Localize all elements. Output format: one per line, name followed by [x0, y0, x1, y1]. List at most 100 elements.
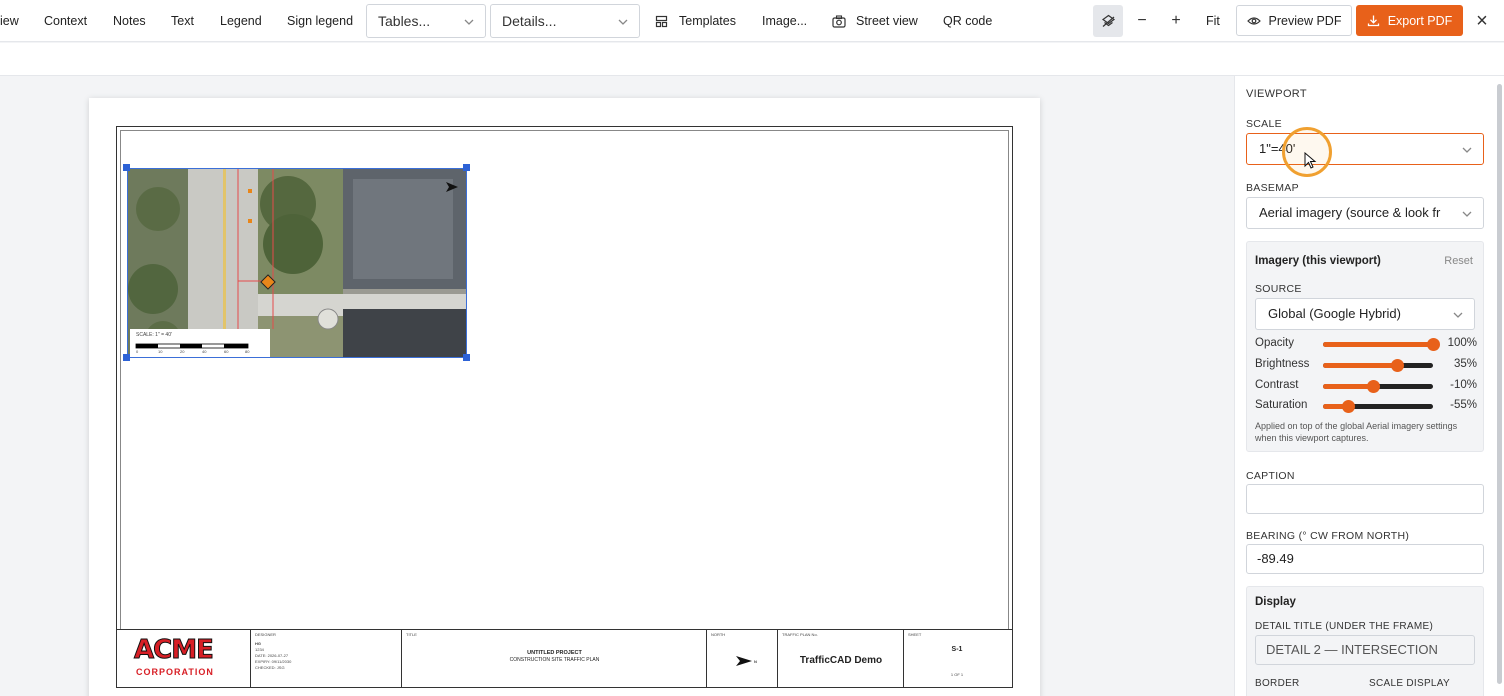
title-header: TITLE — [406, 632, 417, 637]
map-viewport[interactable]: SCALE: 1" = 40' 0 10 20 40 60 80 — [127, 168, 467, 358]
panel-heading: VIEWPORT — [1246, 88, 1307, 100]
reset-button[interactable]: Reset — [1444, 255, 1473, 267]
north-label: N — [754, 659, 757, 664]
saturation-slider[interactable]: Saturation -55% — [1255, 399, 1477, 413]
bearing-input[interactable]: -89.49 — [1246, 544, 1484, 574]
imagery-title: Imagery (this viewport) — [1255, 255, 1381, 267]
caption-label: CAPTION — [1246, 470, 1295, 482]
basemap-value: Aerial imagery (source & look fr — [1259, 205, 1441, 220]
detail-title-input[interactable]: DETAIL 2 — INTERSECTION — [1255, 635, 1475, 665]
zoom-in-button[interactable]: + — [1161, 5, 1191, 37]
layers-icon — [1101, 14, 1115, 27]
designer-header: DESIGNER — [255, 632, 276, 637]
scale-tick: 40 — [202, 349, 207, 354]
display-title: Display — [1255, 596, 1296, 608]
aerial-image — [128, 169, 466, 357]
viewport-scale-label: SCALE: 1" = 40' — [136, 332, 172, 338]
source-label: SOURCE — [1255, 283, 1302, 295]
slider-label: Saturation — [1255, 399, 1308, 411]
preview-pdf-button[interactable]: Preview PDF — [1236, 5, 1352, 36]
scale-tick: 60 — [224, 349, 229, 354]
scale-tick: 10 — [158, 349, 163, 354]
street-view-button[interactable]: Street view — [832, 0, 918, 42]
slider-knob[interactable] — [1341, 400, 1355, 413]
resize-handle[interactable] — [123, 164, 130, 171]
toolbar-sign-legend-item[interactable]: Sign legend — [287, 0, 353, 42]
chevron-down-icon — [1453, 312, 1463, 318]
templates-label: Templates — [679, 14, 736, 28]
plan-cell: TRAFFIC PLAN No. TrafficCAD Demo — [778, 630, 904, 688]
plan-name: TrafficCAD Demo — [799, 655, 883, 666]
display-group: Display DETAIL TITLE (UNDER THE FRAME) D… — [1246, 586, 1484, 696]
layers-toggle-button[interactable] — [1093, 5, 1123, 37]
toolbar-text-item[interactable]: Text — [171, 0, 194, 42]
cursor-icon — [1304, 152, 1317, 169]
details-select[interactable]: Details... — [490, 4, 640, 38]
opacity-slider[interactable]: Opacity 100% — [1255, 337, 1477, 351]
export-pdf-label: Export PDF — [1387, 13, 1453, 28]
export-pdf-button[interactable]: Export PDF — [1356, 5, 1463, 36]
slider-value: 35% — [1453, 358, 1477, 370]
contrast-slider[interactable]: Contrast -10% — [1255, 379, 1477, 393]
source-value: Global (Google Hybrid) — [1268, 306, 1401, 321]
project-title: UNTITLED PROJECT — [527, 650, 582, 656]
top-toolbar: iew Context Notes Text Legend Sign legen… — [0, 0, 1504, 42]
tables-select[interactable]: Tables... — [366, 4, 486, 38]
slider-knob[interactable] — [1427, 338, 1440, 351]
slider-value: -10% — [1450, 379, 1477, 391]
preview-pdf-label: Preview PDF — [1268, 13, 1342, 28]
source-select[interactable]: Global (Google Hybrid) — [1255, 298, 1475, 330]
download-icon — [1367, 15, 1379, 27]
chevron-down-icon — [618, 19, 628, 25]
imagery-note: Applied on top of the global Aerial imag… — [1255, 421, 1458, 443]
scale-tick: 20 — [180, 349, 185, 354]
viewport-panel: VIEWPORT SCALE 1"=40' BASEMAP Aerial ima… — [1234, 76, 1504, 696]
street-view-label: Street view — [856, 14, 918, 28]
slider-label: Contrast — [1255, 379, 1299, 391]
resize-handle[interactable] — [123, 354, 130, 361]
slider-label: Brightness — [1255, 358, 1310, 370]
toolbar-notes-item[interactable]: Notes — [113, 0, 146, 42]
plan-header: TRAFFIC PLAN No. — [782, 632, 818, 637]
imagery-group: Imagery (this viewport) Reset SOURCE Glo… — [1246, 241, 1484, 452]
sheet-header: SHEET — [908, 632, 922, 637]
slider-knob[interactable] — [1366, 380, 1380, 393]
drawing-sheet: SCALE: 1" = 40' 0 10 20 40 60 80 ACME CO… — [89, 98, 1040, 696]
bearing-label: BEARING (° CW FROM NORTH) — [1246, 530, 1410, 542]
slider-knob[interactable] — [1391, 359, 1405, 372]
canvas-area[interactable]: SCALE: 1" = 40' 0 10 20 40 60 80 ACME CO… — [0, 76, 1234, 696]
acme-logo: ACME — [134, 635, 215, 665]
caption-input[interactable] — [1246, 484, 1484, 514]
basemap-label: BASEMAP — [1246, 182, 1299, 194]
image-button[interactable]: Image... — [762, 0, 807, 42]
panel-scrollbar[interactable] — [1497, 84, 1502, 684]
resize-handle[interactable] — [463, 164, 470, 171]
north-header: NORTH — [711, 632, 726, 637]
basemap-select[interactable]: Aerial imagery (source & look fr — [1246, 197, 1484, 229]
close-icon[interactable]: × — [1467, 5, 1497, 37]
fit-button[interactable]: Fit — [1206, 0, 1220, 42]
brightness-slider[interactable]: Brightness 35% — [1255, 358, 1477, 372]
title-block: ACME CORPORATION DESIGNER HG 1234 DATE: … — [116, 629, 1013, 688]
tables-select-value: Tables... — [378, 13, 431, 29]
acme-logo-sub: CORPORATION — [136, 667, 214, 677]
resize-handle[interactable] — [463, 354, 470, 361]
project-subtitle: CONSTRUCTION SITE TRAFFIC PLAN — [509, 657, 600, 663]
toolbar-legend-item[interactable]: Legend — [220, 0, 262, 42]
sheet-number: S-1 — [951, 646, 963, 653]
north-cell: NORTH N — [707, 630, 778, 688]
toolbar-view-item[interactable]: iew — [0, 0, 19, 42]
chevron-down-icon — [1461, 208, 1473, 220]
slider-track[interactable] — [1323, 380, 1433, 393]
toolbar-context-item[interactable]: Context — [44, 0, 87, 42]
slider-track[interactable] — [1323, 338, 1440, 351]
zoom-out-button[interactable]: − — [1127, 5, 1157, 37]
slider-value: -55% — [1450, 399, 1477, 411]
slider-track[interactable] — [1323, 400, 1433, 413]
qr-code-button[interactable]: QR code — [943, 0, 992, 42]
templates-button[interactable]: Templates — [655, 0, 736, 42]
slider-track[interactable] — [1323, 359, 1433, 372]
sheet-of: 1 OF 1 — [950, 672, 964, 677]
eye-icon — [1246, 16, 1261, 25]
detail-title-label: DETAIL TITLE (UNDER THE FRAME) — [1255, 621, 1434, 632]
